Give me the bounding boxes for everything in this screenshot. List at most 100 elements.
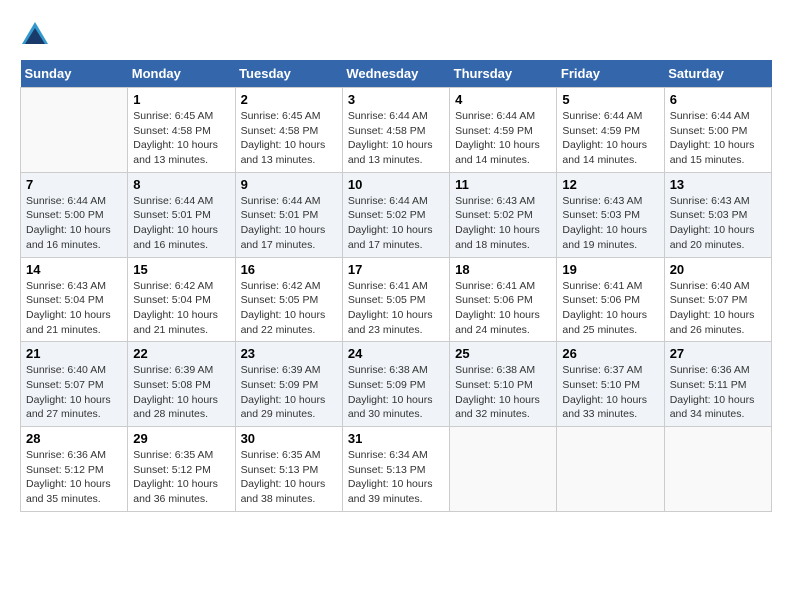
cell-info: Sunrise: 6:40 AMSunset: 5:07 PMDaylight:… — [26, 363, 122, 422]
day-number: 23 — [241, 346, 337, 361]
calendar-cell: 6 Sunrise: 6:44 AMSunset: 5:00 PMDaylight… — [664, 88, 771, 173]
cell-info: Sunrise: 6:42 AMSunset: 5:04 PMDaylight:… — [133, 279, 229, 338]
calendar-header-row: SundayMondayTuesdayWednesdayThursdayFrid… — [21, 60, 772, 88]
calendar-cell: 15 Sunrise: 6:42 AMSunset: 5:04 PMDayligh… — [128, 257, 235, 342]
calendar-cell — [21, 88, 128, 173]
day-number: 10 — [348, 177, 444, 192]
calendar-cell: 8Sunrise: 6:44 AMSunset: 5:01 PMDaylight… — [128, 172, 235, 257]
day-number: 31 — [348, 431, 444, 446]
calendar-cell: 24 Sunrise: 6:38 AMSunset: 5:09 PMDayligh… — [342, 342, 449, 427]
calendar-cell: 13Sunrise: 6:43 AMSunset: 5:03 PMDayligh… — [664, 172, 771, 257]
logo — [20, 20, 54, 50]
day-number: 2 — [241, 92, 337, 107]
day-number: 8 — [133, 177, 229, 192]
cell-info: Sunrise: 6:44 AMSunset: 4:59 PMDaylight:… — [455, 109, 551, 168]
day-number: 18 — [455, 262, 551, 277]
day-number: 16 — [241, 262, 337, 277]
day-number: 1 — [133, 92, 229, 107]
calendar-cell: 14Sunrise: 6:43 AMSunset: 5:04 PMDayligh… — [21, 257, 128, 342]
cell-info: Sunrise: 6:38 AMSunset: 5:09 PMDaylight:… — [348, 363, 444, 422]
day-number: 12 — [562, 177, 658, 192]
calendar-table: SundayMondayTuesdayWednesdayThursdayFrid… — [20, 60, 772, 512]
cell-info: Sunrise: 6:44 AMSunset: 5:02 PMDaylight:… — [348, 194, 444, 253]
day-number: 4 — [455, 92, 551, 107]
day-number: 20 — [670, 262, 766, 277]
calendar-cell: 12 Sunrise: 6:43 AMSunset: 5:03 PMDayligh… — [557, 172, 664, 257]
cell-info: Sunrise: 6:35 AMSunset: 5:13 PMDaylight:… — [241, 448, 337, 507]
day-number: 15 — [133, 262, 229, 277]
cell-info: Sunrise: 6:37 AMSunset: 5:10 PMDaylight:… — [562, 363, 658, 422]
calendar-cell: 30Sunrise: 6:35 AMSunset: 5:13 PMDayligh… — [235, 427, 342, 512]
day-number: 29 — [133, 431, 229, 446]
page-header — [20, 20, 772, 50]
calendar-cell: 5 Sunrise: 6:44 AMSunset: 4:59 PMDaylight… — [557, 88, 664, 173]
cell-info: Sunrise: 6:43 AMSunset: 5:03 PMDaylight:… — [670, 194, 766, 253]
calendar-cell: 28 Sunrise: 6:36 AMSunset: 5:12 PMDayligh… — [21, 427, 128, 512]
calendar-cell: 11 Sunrise: 6:43 AMSunset: 5:02 PMDayligh… — [450, 172, 557, 257]
header-day-friday: Friday — [557, 60, 664, 88]
calendar-cell: 22Sunrise: 6:39 AMSunset: 5:08 PMDayligh… — [128, 342, 235, 427]
day-number: 9 — [241, 177, 337, 192]
calendar-cell: 17 Sunrise: 6:41 AMSunset: 5:05 PMDayligh… — [342, 257, 449, 342]
calendar-cell: 3Sunrise: 6:44 AMSunset: 4:58 PMDaylight… — [342, 88, 449, 173]
cell-info: Sunrise: 6:41 AMSunset: 5:06 PMDaylight:… — [562, 279, 658, 338]
calendar-cell — [557, 427, 664, 512]
calendar-cell: 2 Sunrise: 6:45 AMSunset: 4:58 PMDaylight… — [235, 88, 342, 173]
day-number: 14 — [26, 262, 122, 277]
day-number: 5 — [562, 92, 658, 107]
cell-info: Sunrise: 6:36 AMSunset: 5:11 PMDaylight:… — [670, 363, 766, 422]
calendar-cell: 26 Sunrise: 6:37 AMSunset: 5:10 PMDayligh… — [557, 342, 664, 427]
calendar-cell: 31 Sunrise: 6:34 AMSunset: 5:13 PMDayligh… — [342, 427, 449, 512]
cell-info: Sunrise: 6:34 AMSunset: 5:13 PMDaylight:… — [348, 448, 444, 507]
week-row-1: 1 Sunrise: 6:45 AMSunset: 4:58 PMDaylight… — [21, 88, 772, 173]
header-day-monday: Monday — [128, 60, 235, 88]
day-number: 6 — [670, 92, 766, 107]
header-day-tuesday: Tuesday — [235, 60, 342, 88]
logo-icon — [20, 20, 50, 50]
header-day-sunday: Sunday — [21, 60, 128, 88]
header-day-saturday: Saturday — [664, 60, 771, 88]
calendar-cell: 23Sunrise: 6:39 AMSunset: 5:09 PMDayligh… — [235, 342, 342, 427]
cell-info: Sunrise: 6:44 AMSunset: 5:00 PMDaylight:… — [26, 194, 122, 253]
week-row-3: 14Sunrise: 6:43 AMSunset: 5:04 PMDayligh… — [21, 257, 772, 342]
cell-info: Sunrise: 6:40 AMSunset: 5:07 PMDaylight:… — [670, 279, 766, 338]
cell-info: Sunrise: 6:41 AMSunset: 5:05 PMDaylight:… — [348, 279, 444, 338]
cell-info: Sunrise: 6:45 AMSunset: 4:58 PMDaylight:… — [241, 109, 337, 168]
day-number: 17 — [348, 262, 444, 277]
day-number: 7 — [26, 177, 122, 192]
calendar-cell — [450, 427, 557, 512]
cell-info: Sunrise: 6:38 AMSunset: 5:10 PMDaylight:… — [455, 363, 551, 422]
calendar-cell: 18 Sunrise: 6:41 AMSunset: 5:06 PMDayligh… — [450, 257, 557, 342]
day-number: 28 — [26, 431, 122, 446]
calendar-cell: 21Sunrise: 6:40 AMSunset: 5:07 PMDayligh… — [21, 342, 128, 427]
header-day-thursday: Thursday — [450, 60, 557, 88]
calendar-cell: 27 Sunrise: 6:36 AMSunset: 5:11 PMDayligh… — [664, 342, 771, 427]
week-row-4: 21Sunrise: 6:40 AMSunset: 5:07 PMDayligh… — [21, 342, 772, 427]
week-row-2: 7 Sunrise: 6:44 AMSunset: 5:00 PMDaylight… — [21, 172, 772, 257]
calendar-cell: 20 Sunrise: 6:40 AMSunset: 5:07 PMDayligh… — [664, 257, 771, 342]
calendar-cell: 4 Sunrise: 6:44 AMSunset: 4:59 PMDaylight… — [450, 88, 557, 173]
calendar-cell: 19Sunrise: 6:41 AMSunset: 5:06 PMDayligh… — [557, 257, 664, 342]
day-number: 22 — [133, 346, 229, 361]
day-number: 27 — [670, 346, 766, 361]
cell-info: Sunrise: 6:43 AMSunset: 5:03 PMDaylight:… — [562, 194, 658, 253]
calendar-cell: 25 Sunrise: 6:38 AMSunset: 5:10 PMDayligh… — [450, 342, 557, 427]
calendar-cell: 1Sunrise: 6:45 AMSunset: 4:58 PMDaylight… — [128, 88, 235, 173]
week-row-5: 28 Sunrise: 6:36 AMSunset: 5:12 PMDayligh… — [21, 427, 772, 512]
day-number: 11 — [455, 177, 551, 192]
calendar-cell: 29 Sunrise: 6:35 AMSunset: 5:12 PMDayligh… — [128, 427, 235, 512]
cell-info: Sunrise: 6:44 AMSunset: 5:01 PMDaylight:… — [241, 194, 337, 253]
calendar-cell: 7 Sunrise: 6:44 AMSunset: 5:00 PMDaylight… — [21, 172, 128, 257]
cell-info: Sunrise: 6:41 AMSunset: 5:06 PMDaylight:… — [455, 279, 551, 338]
day-number: 25 — [455, 346, 551, 361]
cell-info: Sunrise: 6:44 AMSunset: 5:00 PMDaylight:… — [670, 109, 766, 168]
cell-info: Sunrise: 6:43 AMSunset: 5:02 PMDaylight:… — [455, 194, 551, 253]
day-number: 24 — [348, 346, 444, 361]
calendar-cell: 9 Sunrise: 6:44 AMSunset: 5:01 PMDaylight… — [235, 172, 342, 257]
cell-info: Sunrise: 6:35 AMSunset: 5:12 PMDaylight:… — [133, 448, 229, 507]
cell-info: Sunrise: 6:44 AMSunset: 4:58 PMDaylight:… — [348, 109, 444, 168]
cell-info: Sunrise: 6:36 AMSunset: 5:12 PMDaylight:… — [26, 448, 122, 507]
day-number: 26 — [562, 346, 658, 361]
calendar-cell: 16Sunrise: 6:42 AMSunset: 5:05 PMDayligh… — [235, 257, 342, 342]
cell-info: Sunrise: 6:44 AMSunset: 4:59 PMDaylight:… — [562, 109, 658, 168]
